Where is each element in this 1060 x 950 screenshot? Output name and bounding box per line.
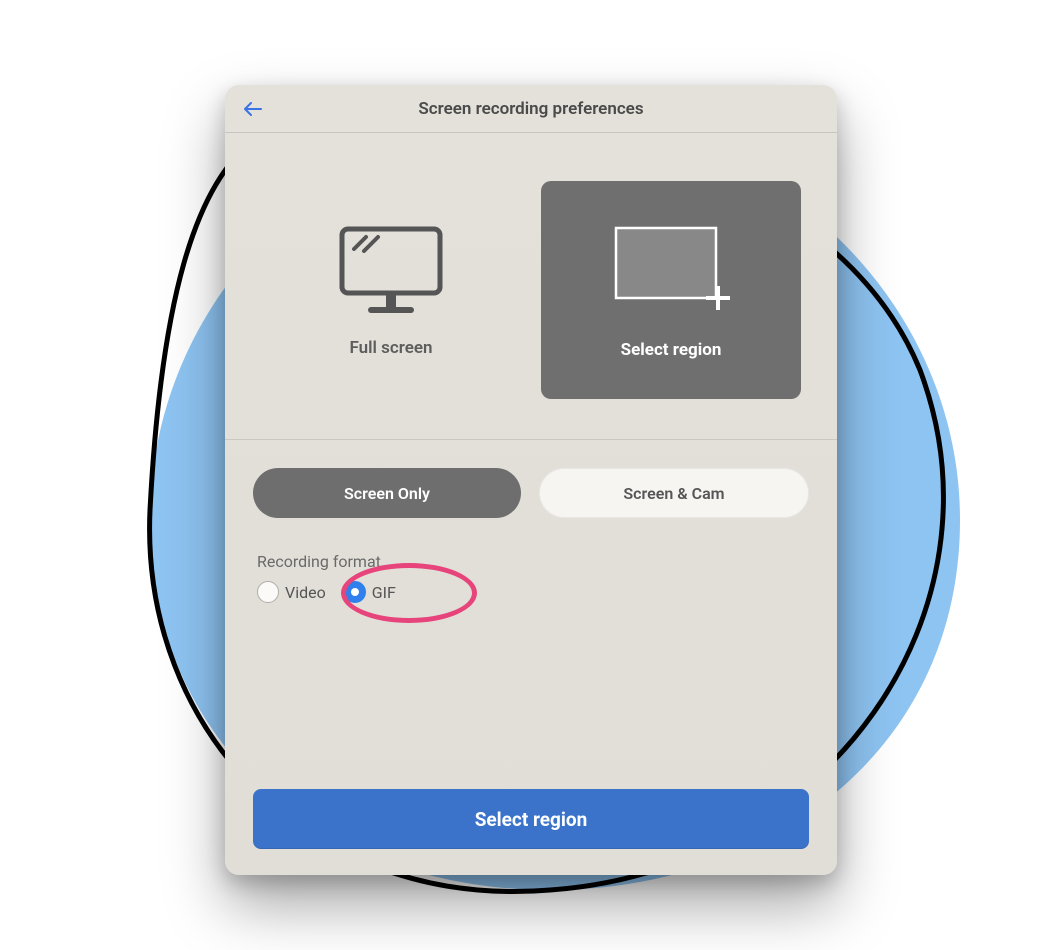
back-button[interactable] <box>241 97 265 121</box>
mode-full-screen[interactable]: Full screen <box>261 181 521 399</box>
recording-format-radios: Video GIF <box>257 581 809 603</box>
format-video-radio[interactable]: Video <box>257 581 326 603</box>
source-screen-cam[interactable]: Screen & Cam <box>539 468 809 518</box>
arrow-left-icon <box>244 102 262 116</box>
options-panel: Screen Only Screen & Cam Recording forma… <box>225 440 837 875</box>
format-video-label: Video <box>285 583 326 602</box>
window-title: Screen recording preferences <box>418 99 643 119</box>
format-gif-radio[interactable]: GIF <box>344 581 396 603</box>
radio-checked-icon <box>344 581 366 603</box>
mode-full-screen-label: Full screen <box>349 338 432 358</box>
radio-icon <box>257 581 279 603</box>
titlebar: Screen recording preferences <box>225 85 837 133</box>
mode-select-region[interactable]: Select region <box>541 181 801 399</box>
source-screen-only[interactable]: Screen Only <box>253 468 521 518</box>
recording-format-label: Recording format <box>257 552 809 571</box>
select-region-button[interactable]: Select region <box>253 789 809 849</box>
monitor-icon <box>336 223 446 318</box>
format-gif-label: GIF <box>372 583 396 602</box>
capture-mode-panel: Full screen Select region <box>225 133 837 440</box>
source-segmented-control: Screen Only Screen & Cam <box>253 468 809 518</box>
preferences-window: Screen recording preferences Full screen… <box>225 85 837 875</box>
mode-select-region-label: Select region <box>621 340 722 360</box>
region-select-icon <box>606 220 736 320</box>
